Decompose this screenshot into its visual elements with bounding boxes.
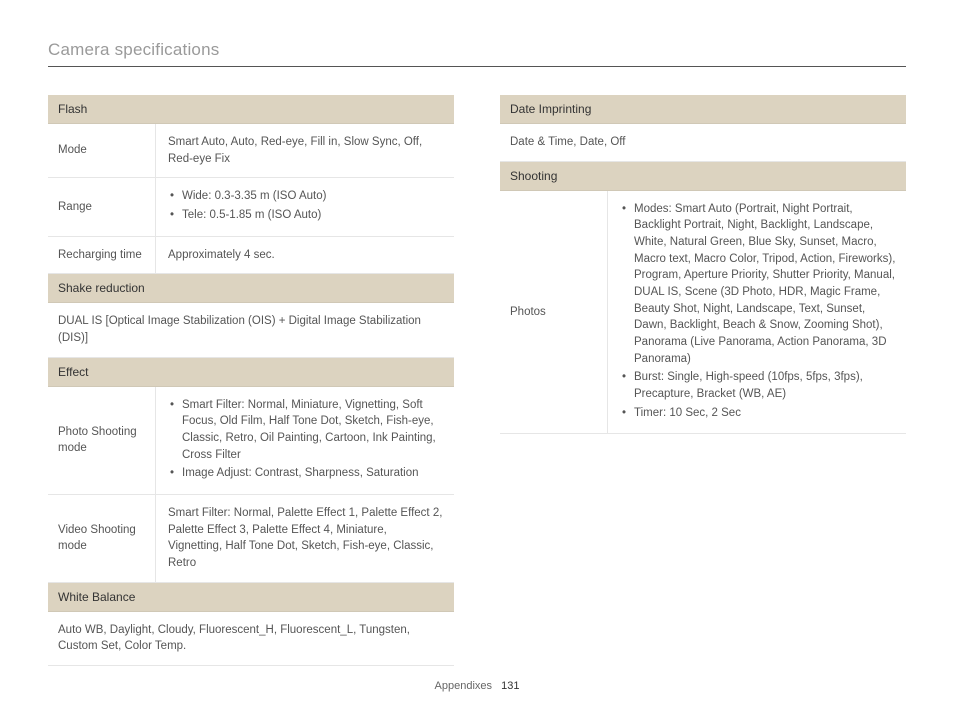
- photo-mode-smart-filter: Smart Filter: Normal, Miniature, Vignett…: [168, 397, 444, 464]
- footer-label: Appendixes: [435, 680, 493, 692]
- photo-mode-image-adjust: Image Adjust: Contrast, Sharpness, Satur…: [168, 465, 444, 482]
- value-white-balance: Auto WB, Daylight, Cloudy, Fluorescent_H…: [48, 612, 454, 666]
- value-date-imprinting: Date & Time, Date, Off: [500, 124, 906, 162]
- label-photo-mode: Photo Shooting mode: [48, 387, 156, 494]
- header-white-balance: White Balance: [48, 583, 454, 612]
- left-column: Flash Mode Smart Auto, Auto, Red-eye, Fi…: [48, 95, 454, 666]
- header-shooting: Shooting: [500, 162, 906, 191]
- range-tele: Tele: 0.5-1.85 m (ISO Auto): [168, 207, 444, 224]
- value-flash-mode: Smart Auto, Auto, Red-eye, Fill in, Slow…: [156, 124, 454, 177]
- value-shake: DUAL IS [Optical Image Stabilization (OI…: [48, 303, 454, 357]
- row-flash-mode: Mode Smart Auto, Auto, Red-eye, Fill in,…: [48, 124, 454, 178]
- header-shake: Shake reduction: [48, 274, 454, 303]
- photos-timer: Timer: 10 Sec, 2 Sec: [620, 405, 896, 422]
- header-flash: Flash: [48, 95, 454, 124]
- page-footer: Appendixes 131: [0, 680, 954, 692]
- value-photo-mode: Smart Filter: Normal, Miniature, Vignett…: [156, 387, 454, 494]
- photos-modes: Modes: Smart Auto (Portrait, Night Portr…: [620, 201, 896, 368]
- label-flash-mode: Mode: [48, 124, 156, 177]
- value-flash-range: Wide: 0.3-3.35 m (ISO Auto) Tele: 0.5-1.…: [156, 178, 454, 235]
- right-column: Date Imprinting Date & Time, Date, Off S…: [500, 95, 906, 666]
- header-date-imprinting: Date Imprinting: [500, 95, 906, 124]
- row-recharge: Recharging time Approximately 4 sec.: [48, 237, 454, 275]
- value-recharge: Approximately 4 sec.: [156, 237, 454, 274]
- photos-burst: Burst: Single, High-speed (10fps, 5fps, …: [620, 369, 896, 402]
- label-flash-range: Range: [48, 178, 156, 235]
- row-photo-mode: Photo Shooting mode Smart Filter: Normal…: [48, 387, 454, 495]
- label-recharge: Recharging time: [48, 237, 156, 274]
- page-number: 131: [501, 680, 519, 692]
- content-columns: Flash Mode Smart Auto, Auto, Red-eye, Fi…: [48, 95, 906, 666]
- row-flash-range: Range Wide: 0.3-3.35 m (ISO Auto) Tele: …: [48, 178, 454, 236]
- row-video-mode: Video Shooting mode Smart Filter: Normal…: [48, 495, 454, 583]
- label-video-mode: Video Shooting mode: [48, 495, 156, 582]
- range-wide: Wide: 0.3-3.35 m (ISO Auto): [168, 188, 444, 205]
- page-title: Camera specifications: [48, 40, 906, 67]
- value-video-mode: Smart Filter: Normal, Palette Effect 1, …: [156, 495, 454, 582]
- value-photos: Modes: Smart Auto (Portrait, Night Portr…: [608, 191, 906, 434]
- label-photos: Photos: [500, 191, 608, 434]
- header-effect: Effect: [48, 358, 454, 387]
- row-photos: Photos Modes: Smart Auto (Portrait, Nigh…: [500, 191, 906, 435]
